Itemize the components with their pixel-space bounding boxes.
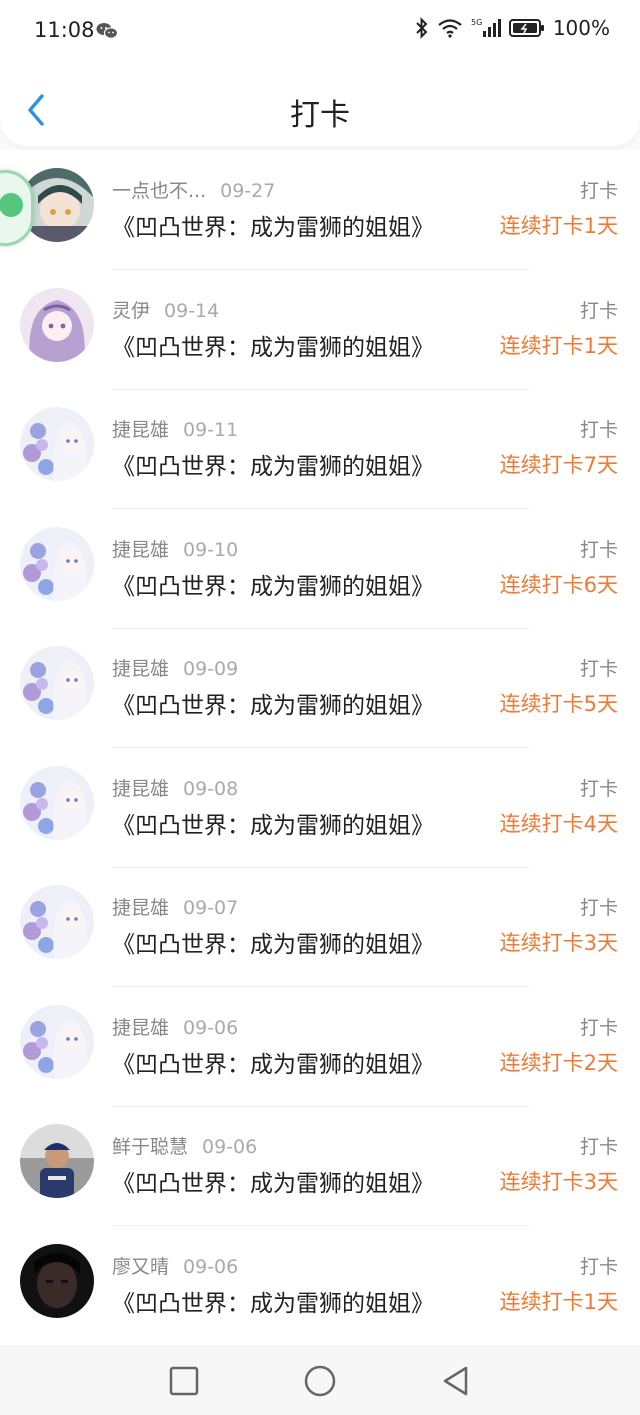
user-name: 灵伊 09-14 xyxy=(112,296,219,323)
avatar[interactable] xyxy=(20,766,94,840)
book-title: 《凹凸世界：成为雷狮的姐姐》 xyxy=(112,1052,434,1078)
book-title: 《凹凸世界：成为雷狮的姐姐》 xyxy=(112,574,434,600)
checkin-type-label: 打卡 xyxy=(579,1256,618,1278)
bluetooth-icon xyxy=(415,17,429,39)
list-item[interactable]: 捷昆雄 09-06 《凹凸世界：成为雷狮的姐姐》 打卡连续打卡2天 xyxy=(0,987,640,1107)
checkin-date: 09-09 xyxy=(183,658,239,680)
checkin-date: 09-06 xyxy=(202,1136,258,1158)
list-item[interactable]: 灵伊 09-14 《凹凸世界：成为雷狮的姐姐》 打卡连续打卡1天 xyxy=(0,270,640,390)
status-time: 11:08 xyxy=(34,18,95,42)
checkin-date: 09-06 xyxy=(183,1256,239,1278)
list-item[interactable]: 鲜于聪慧 09-06 《凹凸世界：成为雷狮的姐姐》 打卡连续打卡3天 xyxy=(0,1106,640,1226)
avatar[interactable] xyxy=(20,885,94,959)
checkin-type-label: 打卡 xyxy=(579,300,618,322)
checkin-type-label: 打卡 xyxy=(579,658,618,680)
streak-label: 连续打卡4天 xyxy=(499,812,618,836)
streak-label: 连续打卡5天 xyxy=(499,692,618,716)
wifi-icon xyxy=(437,18,463,38)
checkin-type-label: 打卡 xyxy=(579,778,618,800)
chat-bubble-icon xyxy=(0,193,23,217)
streak-label: 连续打卡1天 xyxy=(499,1290,618,1314)
status-bar: 11:08 5G 100% xyxy=(0,0,640,62)
screen: 11:08 5G 100% 打卡 一点也不... 09-27 《凹凸世界：成为雷… xyxy=(0,0,640,1415)
user-name-text: 灵伊 xyxy=(112,300,151,322)
avatar[interactable] xyxy=(20,407,94,481)
page-title: 打卡 xyxy=(290,98,350,133)
header: 打卡 xyxy=(0,62,640,146)
avatar[interactable] xyxy=(20,288,94,362)
checkin-date: 09-11 xyxy=(183,419,239,441)
user-name-text: 捷昆雄 xyxy=(112,778,170,800)
list-item[interactable]: 捷昆雄 09-11 《凹凸世界：成为雷狮的姐姐》 打卡连续打卡7天 xyxy=(0,389,640,509)
checkin-date: 09-08 xyxy=(183,778,239,800)
checkin-type-label: 打卡 xyxy=(579,1136,618,1158)
streak-label: 连续打卡3天 xyxy=(499,931,618,955)
streak-label: 连续打卡7天 xyxy=(499,453,618,477)
user-name-text: 捷昆雄 xyxy=(112,539,170,561)
user-name: 一点也不... 09-27 xyxy=(112,176,275,203)
battery-icon xyxy=(508,18,545,38)
streak-label: 连续打卡3天 xyxy=(499,1170,618,1194)
checkin-date: 09-07 xyxy=(183,897,239,919)
checkin-type-label: 打卡 xyxy=(579,897,618,919)
svg-text:5G: 5G xyxy=(471,18,482,27)
checkin-type-label: 打卡 xyxy=(579,539,618,561)
list-item[interactable]: 廖又晴 09-06 《凹凸世界：成为雷狮的姐姐》 打卡连续打卡1天 xyxy=(0,1226,640,1346)
list-item[interactable]: 捷昆雄 09-08 《凹凸世界：成为雷狮的姐姐》 打卡连续打卡4天 xyxy=(0,748,640,868)
streak-label: 连续打卡1天 xyxy=(499,214,618,238)
user-name-text: 一点也不... xyxy=(112,180,207,202)
user-name-text: 廖又晴 xyxy=(112,1256,170,1278)
user-name-text: 捷昆雄 xyxy=(112,897,170,919)
user-name: 捷昆雄 09-06 xyxy=(112,1013,238,1040)
checkin-type-label: 打卡 xyxy=(579,419,618,441)
battery-percent: 100% xyxy=(552,16,610,40)
checkin-date: 09-06 xyxy=(183,1017,239,1039)
user-name: 鲜于聪慧 09-06 xyxy=(112,1132,257,1159)
book-title: 《凹凸世界：成为雷狮的姐姐》 xyxy=(112,932,434,958)
user-name: 捷昆雄 09-11 xyxy=(112,415,238,442)
system-nav-bar xyxy=(0,1345,640,1415)
checkin-date: 09-10 xyxy=(183,539,239,561)
user-name-text: 鲜于聪慧 xyxy=(112,1136,189,1158)
user-name: 廖又晴 09-06 xyxy=(112,1252,238,1279)
avatar[interactable] xyxy=(20,1005,94,1079)
status-icons: 5G 100% xyxy=(415,16,610,40)
book-title: 《凹凸世界：成为雷狮的姐姐》 xyxy=(112,693,434,719)
book-title: 《凹凸世界：成为雷狮的姐姐》 xyxy=(112,215,434,241)
wechat-icon xyxy=(96,22,119,44)
checkin-list: 一点也不... 09-27 《凹凸世界：成为雷狮的姐姐》 打卡 连续打卡1天 灵伊 09-1… xyxy=(0,150,640,1346)
streak-label: 连续打卡2天 xyxy=(499,1051,618,1075)
list-item[interactable]: 捷昆雄 09-10 《凹凸世界：成为雷狮的姐姐》 打卡连续打卡6天 xyxy=(0,509,640,629)
book-title: 《凹凸世界：成为雷狮的姐姐》 xyxy=(112,454,434,480)
avatar[interactable] xyxy=(20,527,94,601)
checkin-type-label: 打卡 xyxy=(579,180,618,202)
book-title: 《凹凸世界：成为雷狮的姐姐》 xyxy=(112,335,434,361)
home-circle-icon[interactable] xyxy=(302,1363,338,1399)
user-name-text: 捷昆雄 xyxy=(112,419,170,441)
list-item[interactable]: 一点也不... 09-27 《凹凸世界：成为雷狮的姐姐》 打卡连续打卡1天 xyxy=(0,150,640,270)
checkin-date: 09-14 xyxy=(164,300,220,322)
avatar[interactable] xyxy=(20,646,94,720)
streak-label: 连续打卡6天 xyxy=(499,573,618,597)
streak-label: 连续打卡1天 xyxy=(499,334,618,358)
book-title: 《凹凸世界：成为雷狮的姐姐》 xyxy=(112,1291,434,1317)
book-title: 《凹凸世界：成为雷狮的姐姐》 xyxy=(112,1171,434,1197)
user-name: 捷昆雄 09-10 xyxy=(112,535,238,562)
avatar[interactable] xyxy=(20,1244,94,1318)
book-title: 《凹凸世界：成为雷狮的姐姐》 xyxy=(112,813,434,839)
list-item[interactable]: 捷昆雄 09-07 《凹凸世界：成为雷狮的姐姐》 打卡连续打卡3天 xyxy=(0,867,640,987)
user-name-text: 捷昆雄 xyxy=(112,1017,170,1039)
user-name: 捷昆雄 09-09 xyxy=(112,654,238,681)
user-name: 捷昆雄 09-07 xyxy=(112,893,238,920)
avatar[interactable] xyxy=(20,1124,94,1198)
checkin-type-label: 打卡 xyxy=(579,1017,618,1039)
back-triangle-icon[interactable] xyxy=(438,1363,474,1399)
checkin-date: 09-27 xyxy=(220,180,276,202)
recents-square-icon[interactable] xyxy=(166,1363,202,1399)
user-name-text: 捷昆雄 xyxy=(112,658,170,680)
user-name: 捷昆雄 09-08 xyxy=(112,774,238,801)
signal-icon: 5G xyxy=(471,17,501,39)
list-item[interactable]: 捷昆雄 09-09 《凹凸世界：成为雷狮的姐姐》 打卡连续打卡5天 xyxy=(0,628,640,748)
